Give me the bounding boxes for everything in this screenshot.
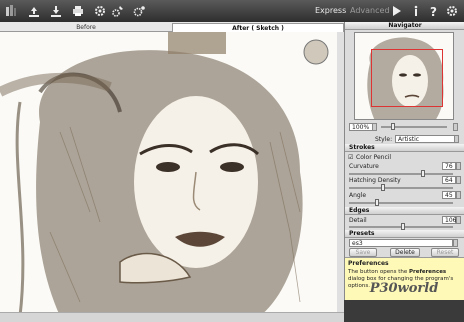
run-play-icon[interactable] (389, 3, 403, 18)
app-logo-icon (4, 3, 18, 18)
image-canvas-area: Before After ( Sketch ) (0, 22, 344, 322)
tab-after-sketch[interactable]: After ( Sketch ) (172, 23, 344, 32)
curvature-stepper[interactable] (456, 162, 461, 170)
help-title: Preferences (348, 260, 389, 267)
horizontal-scrollbar[interactable] (0, 312, 344, 322)
open-file-icon[interactable] (27, 3, 41, 18)
curvature-slider-thumb[interactable] (421, 170, 425, 177)
angle-slider-thumb[interactable] (375, 199, 379, 206)
angle-slider[interactable] (349, 202, 453, 204)
info-icon[interactable] (409, 3, 423, 18)
angle-label: Angle (349, 192, 367, 199)
preset-save-button[interactable]: Save (349, 248, 377, 257)
view-tabs: Before After ( Sketch ) (0, 22, 344, 32)
vertical-scrollbar[interactable] (337, 32, 344, 312)
print-icon[interactable] (71, 3, 85, 18)
curvature-value[interactable]: 76 (442, 162, 456, 170)
zoom-level-field[interactable]: 100% (349, 123, 373, 131)
color-pencil-checkbox[interactable]: ☑ (348, 154, 353, 161)
zoom-slider-thumb[interactable] (391, 123, 395, 130)
preferences-gear-icon[interactable] (132, 3, 146, 18)
top-toolbar: Express Advanced ? (0, 0, 464, 22)
hatching-density-slider-thumb[interactable] (381, 184, 385, 191)
strokes-section-title: Strokes (345, 144, 464, 152)
advanced-mode-tab[interactable]: Advanced (350, 6, 390, 15)
sketch-result-image (0, 32, 344, 316)
angle-value[interactable]: 45 (442, 191, 456, 199)
preset-delete-button[interactable]: Delete (390, 248, 420, 257)
svg-text:?: ? (430, 5, 437, 18)
detail-value[interactable]: 106 (442, 216, 456, 224)
style-label: Style: (375, 136, 393, 143)
navigator-view-rect[interactable] (371, 49, 443, 107)
preferences-gear-icon-right[interactable] (445, 3, 459, 18)
style-dropdown-icon[interactable] (454, 135, 459, 143)
navigator-thumbnail[interactable] (354, 32, 454, 120)
hatching-density-label: Hatching Density (349, 177, 401, 184)
detail-slider-thumb[interactable] (401, 223, 405, 230)
save-file-icon[interactable] (49, 3, 63, 18)
plugin-settings-icon[interactable] (111, 3, 125, 18)
zoom-row: 100% (345, 122, 464, 132)
style-select[interactable]: Artistic (395, 135, 455, 143)
tab-before[interactable]: Before (0, 23, 172, 32)
hatching-density-value[interactable]: 64 (442, 176, 456, 184)
edges-section-title: Edges (345, 207, 464, 215)
preset-reset-button[interactable]: Reset (431, 248, 459, 257)
help-text-pre: The button opens the (348, 269, 409, 275)
help-text-bold: Preferences (408, 269, 447, 275)
preset-select[interactable]: es3 (349, 239, 453, 247)
help-question-icon[interactable]: ? (427, 3, 441, 18)
settings-panel: Navigator 100% Style: Artistic Strokes ☑… (344, 22, 464, 300)
express-mode-tab[interactable]: Express (315, 6, 346, 15)
angle-stepper[interactable] (456, 191, 461, 199)
zoom-dropdown-icon[interactable] (372, 123, 377, 131)
watermark-logo: P30world (369, 281, 439, 296)
navigator-title: Navigator (345, 22, 464, 30)
hatching-density-slider[interactable] (349, 187, 453, 189)
presets-section-title: Presets (345, 230, 464, 238)
detail-stepper[interactable] (456, 216, 461, 224)
color-pencil-label: Color Pencil (356, 154, 392, 161)
curvature-label: Curvature (349, 163, 379, 170)
hatching-density-stepper[interactable] (456, 176, 461, 184)
curvature-slider[interactable] (349, 173, 453, 175)
zoom-step-icon[interactable] (453, 123, 458, 131)
settings-gear-icon[interactable] (93, 3, 107, 18)
preset-dropdown-icon[interactable] (453, 239, 458, 247)
detail-label: Detail (349, 217, 367, 224)
